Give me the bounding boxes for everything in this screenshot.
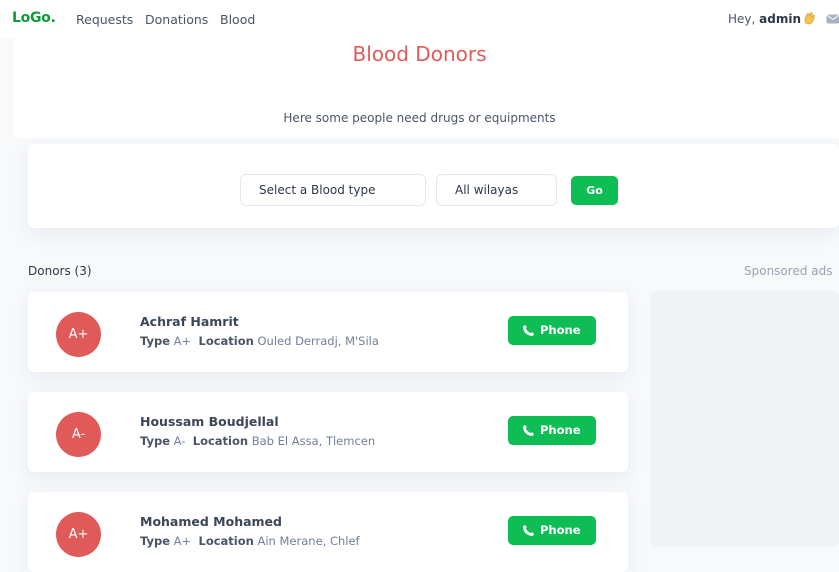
phone-icon [522, 424, 535, 437]
donor-meta: Type A+ Location Ain Merane, Chlef [140, 534, 360, 548]
donor-card: A+ Mohamed Mohamed Type A+ Location Ain … [28, 492, 628, 572]
donor-card: A+ Achraf Hamrit Type A+ Location Ouled … [28, 292, 628, 372]
user-greeting[interactable]: Hey, admin [728, 12, 801, 26]
location-label: Location [199, 534, 254, 548]
donor-name: Achraf Hamrit [140, 314, 239, 329]
logo[interactable]: LoGo. [12, 10, 55, 26]
blood-type-avatar: A+ [56, 312, 101, 357]
nav-link-blood[interactable]: Blood [220, 12, 255, 27]
navbar: LoGo. Requests Donations Blood Hey, admi… [0, 0, 839, 38]
wilaya-select[interactable]: All wilayas [436, 174, 557, 206]
donor-type: A+ [174, 334, 192, 348]
nav-link-requests[interactable]: Requests [76, 12, 133, 27]
username: admin [759, 12, 801, 26]
donor-type: A- [174, 434, 186, 448]
filter-card [28, 144, 839, 228]
donor-location: Ouled Derradj, M'Sila [258, 334, 379, 348]
phone-label: Phone [540, 523, 581, 537]
donor-meta: Type A- Location Bab El Assa, Tlemcen [140, 434, 375, 448]
blood-type-avatar: A+ [56, 512, 101, 557]
blood-type-select[interactable]: Select a Blood type [240, 174, 426, 206]
type-label: Type [140, 534, 170, 548]
phone-icon [522, 324, 535, 337]
ad-placeholder[interactable] [650, 291, 839, 547]
type-label: Type [140, 334, 170, 348]
type-label: Type [140, 434, 170, 448]
donor-meta: Type A+ Location Ouled Derradj, M'Sila [140, 334, 379, 348]
phone-button[interactable]: Phone [508, 316, 596, 345]
blood-type-avatar: A- [56, 412, 101, 457]
donor-location: Bab El Assa, Tlemcen [252, 434, 375, 448]
phone-button[interactable]: Phone [508, 516, 596, 545]
page-subtitle: Here some people need drugs or equipment… [0, 111, 839, 125]
phone-icon [522, 524, 535, 537]
donor-location: Ain Merane, Chlef [258, 534, 360, 548]
donors-count-heading: Donors (3) [28, 264, 92, 278]
location-label: Location [193, 434, 248, 448]
phone-button[interactable]: Phone [508, 416, 596, 445]
donor-name: Houssam Boudjellal [140, 414, 279, 429]
location-label: Location [199, 334, 254, 348]
phone-label: Phone [540, 323, 581, 337]
donor-name: Mohamed Mohamed [140, 514, 282, 529]
mail-icon[interactable] [826, 14, 839, 24]
donor-card: A- Houssam Boudjellal Type A- Location B… [28, 392, 628, 472]
page-title: Blood Donors [0, 42, 839, 66]
nav-link-donations[interactable]: Donations [145, 12, 208, 27]
waving-hand-icon [802, 11, 816, 25]
go-button[interactable]: Go [571, 176, 618, 205]
sponsored-ads-label: Sponsored ads [744, 264, 832, 278]
greeting-prefix: Hey, [728, 12, 755, 26]
phone-label: Phone [540, 423, 581, 437]
donor-type: A+ [174, 534, 192, 548]
